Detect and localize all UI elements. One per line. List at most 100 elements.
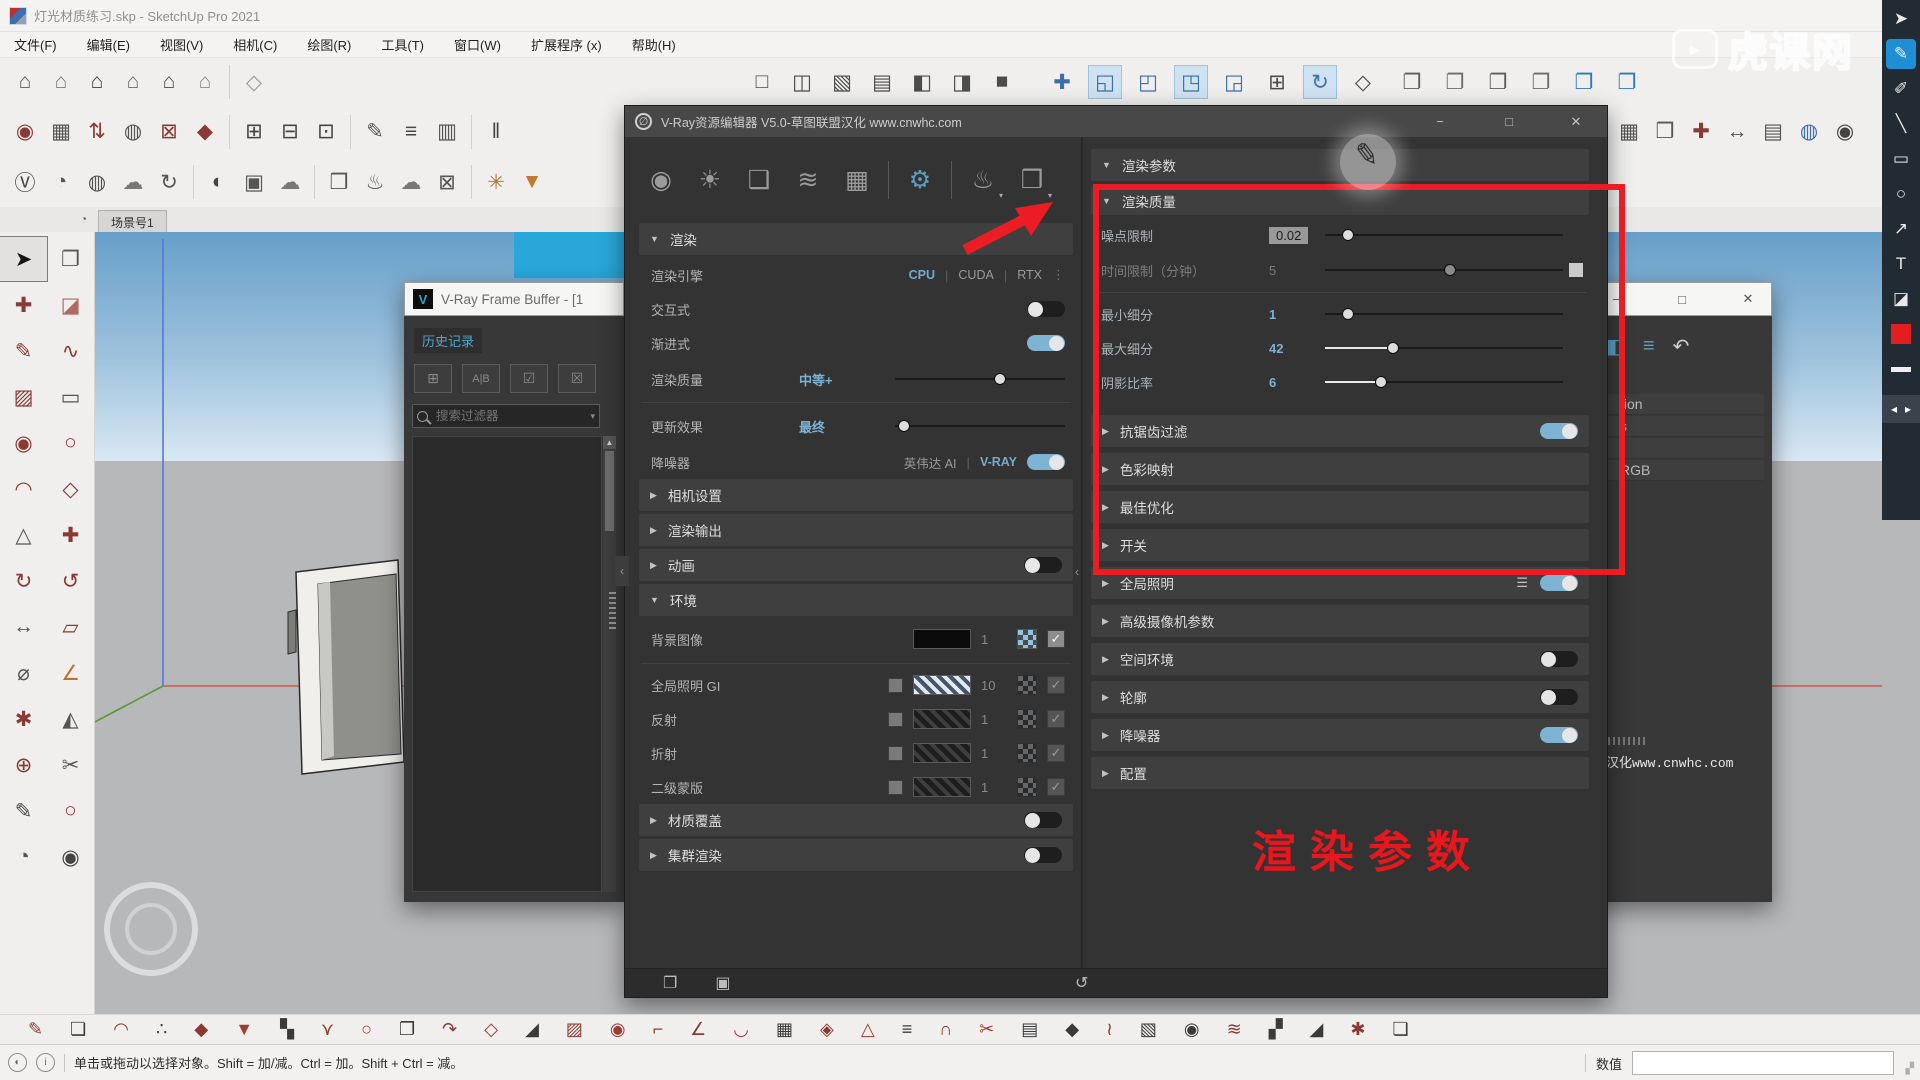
section-denoiser[interactable]: ▶ 降噪器 (1091, 719, 1589, 751)
ext-tool-icon[interactable]: ▼ (235, 1019, 253, 1040)
ext-tool-icon[interactable]: ◠ (113, 1019, 129, 1040)
render-region-icon[interactable]: ▣ (237, 165, 271, 199)
ext-tool-icon[interactable]: ≀ (1106, 1019, 1113, 1040)
component-pair-icon-6[interactable]: ❐ (1610, 65, 1644, 99)
refraction-texture-swatch[interactable] (913, 743, 971, 763)
engine-cpu-option[interactable]: CPU (909, 268, 935, 282)
history-list[interactable] (412, 436, 602, 892)
geolocation-icon[interactable]: ◐ (8, 1053, 27, 1072)
annotate-cursor-icon[interactable]: ➤ (1886, 4, 1916, 34)
gi-multiplier[interactable]: 10 (981, 678, 1007, 693)
menu-tools[interactable]: 工具(T) (381, 35, 424, 54)
ext-tool-icon[interactable]: ✱ (1350, 1019, 1365, 1040)
style-textured-icon[interactable]: ◨ (945, 65, 979, 99)
matte-multiplier[interactable]: 1 (981, 780, 1007, 795)
annotate-marker-icon[interactable]: ✐ (1886, 74, 1916, 104)
section-advanced-camera[interactable]: ▶ 高级摄像机参数 (1091, 605, 1589, 637)
ext-tool-icon[interactable]: ⋎ (321, 1019, 334, 1040)
nav-forward-icon[interactable]: ▸ (1905, 402, 1911, 416)
ext-tool-icon[interactable]: △ (861, 1019, 875, 1040)
more-options-icon[interactable]: ⋮ (1052, 267, 1065, 283)
ext-tool-icon[interactable]: ≋ (1227, 1019, 1242, 1040)
style-wireframe-icon[interactable]: ▧ (825, 65, 859, 99)
offset-tool-icon[interactable]: ▱ (47, 605, 94, 649)
background-texture-slot[interactable] (1017, 629, 1037, 649)
maximize-icon[interactable]: □ (1667, 292, 1697, 307)
menu-file[interactable]: 文件(F) (14, 35, 57, 54)
render-icon[interactable]: ◐ (201, 165, 235, 199)
ext-tool-icon[interactable]: ◉ (1184, 1019, 1200, 1040)
house-tool-icon-4[interactable]: ⌂ (116, 65, 150, 99)
scroll-up-icon[interactable]: ▲ (603, 436, 616, 449)
ext-tool-icon[interactable]: ▞ (1269, 1019, 1283, 1040)
set-a-button[interactable]: ☑ (510, 364, 548, 393)
update-effects-slider[interactable] (895, 419, 1065, 433)
menu-extensions[interactable]: 扩展程序 (x) (531, 35, 602, 54)
zoom-window-icon[interactable]: ◇ (1346, 65, 1380, 99)
ext-tool-icon[interactable]: ◇ (484, 1019, 498, 1040)
style-xray-icon[interactable]: □ (745, 65, 779, 99)
section-environment[interactable]: ▼ 环境 (639, 584, 1073, 616)
ext-tool-icon[interactable]: ❏ (1392, 1019, 1408, 1040)
rotate-ccw-tool-icon[interactable]: ↺ (47, 559, 94, 603)
annotate-eraser-icon[interactable]: ◪ (1886, 284, 1916, 314)
geometry-icon[interactable]: ❑ (741, 160, 777, 200)
globe-icon[interactable]: ◍ (1792, 115, 1826, 149)
annotate-pen-icon[interactable]: ✎ (1886, 39, 1916, 69)
style-hidden-line-icon[interactable]: ▤ (865, 65, 899, 99)
gi-checkbox[interactable]: ✓ (1047, 676, 1065, 694)
close-icon[interactable]: ✕ (1733, 291, 1763, 307)
section-material-override[interactable]: ▶ 材质覆盖 (639, 804, 1073, 836)
matte-enable-checkbox[interactable] (888, 779, 903, 795)
gi-texture-slot[interactable] (1017, 675, 1037, 695)
funnel-icon[interactable]: ▼ (515, 165, 549, 199)
history-scrollbar[interactable]: ▲ (603, 436, 616, 892)
search-caret-icon[interactable]: ▾ (590, 411, 595, 422)
section-denoiser-toggle[interactable] (1540, 727, 1578, 743)
right-panel-collapse-chevron[interactable]: ‹ (1070, 558, 1084, 584)
undo-icon[interactable]: ↶ (1673, 334, 1690, 359)
frame-buffer-title-bar[interactable]: V V-Ray Frame Buffer - [1 (404, 282, 624, 316)
dimension-tool-icon[interactable]: ◭ (47, 697, 94, 741)
ext-tool-icon[interactable]: ≡ (902, 1019, 913, 1040)
ext-tool-icon[interactable]: ✂ (979, 1019, 994, 1040)
section-animation[interactable]: ▶ 动画 (639, 549, 1073, 581)
ext-tool-icon[interactable]: ▚ (280, 1019, 294, 1040)
right-window-row[interactable]: tion (1602, 394, 1764, 415)
stairs-icon[interactable]: ≡ (394, 115, 428, 149)
rectangle-tool-icon[interactable]: ▭ (47, 375, 94, 419)
minimize-icon[interactable]: − (1425, 114, 1455, 129)
style-shaded-icon[interactable]: ◧ (905, 65, 939, 99)
tab-history[interactable]: 历史记录 (414, 328, 483, 353)
annotate-text-icon[interactable]: T (1886, 249, 1916, 279)
save-history-button[interactable]: ⊞ (414, 364, 452, 393)
style-monochrome-icon[interactable]: ■ (985, 65, 1019, 99)
ext-tool-icon[interactable]: ◆ (1065, 1019, 1079, 1040)
hatch-rect-tool-icon[interactable]: ▨ (0, 375, 47, 419)
table-grid-icon-2[interactable]: ⊟ (273, 115, 307, 149)
menu-edit[interactable]: 编辑(E) (87, 35, 130, 54)
tape-measure-tool-icon[interactable]: ⌀ (0, 651, 47, 695)
vray-sync-icon[interactable]: ↻ (152, 165, 186, 199)
table-grid-icon-3[interactable]: ⊡ (309, 115, 343, 149)
circle-tool-icon[interactable]: ○ (47, 421, 94, 465)
ext-tool-icon[interactable]: ∩ (939, 1019, 952, 1040)
axes-tool-icon-2[interactable]: ✱ (0, 697, 47, 741)
search-input[interactable] (434, 408, 591, 424)
background-checkbox[interactable]: ✓ (1047, 630, 1065, 648)
vray-logo-icon[interactable]: Ⓥ (8, 165, 42, 199)
ext-tool-icon[interactable]: ▦ (776, 1019, 793, 1040)
layers-icon[interactable]: ≋ (790, 160, 826, 200)
drag-dots-handle[interactable] (1608, 737, 1648, 745)
sphere-tool-icon[interactable]: ◉ (8, 115, 42, 149)
drag-handle-dots[interactable] (609, 592, 616, 630)
vray-cup-icon[interactable]: ◔ (44, 165, 78, 199)
lights-icon[interactable]: ☀ (692, 160, 728, 200)
followme-tool-icon[interactable]: ✂ (47, 743, 94, 787)
text-tool-icon[interactable]: ✎ (0, 789, 47, 833)
section-plane-icon[interactable]: ⊞ (1260, 65, 1294, 99)
house-tool-icon-2[interactable]: ⌂ (44, 65, 78, 99)
filter-sliders-icon[interactable]: ☰ (1516, 575, 1528, 591)
refraction-multiplier[interactable]: 1 (981, 746, 1007, 761)
measurement-input[interactable] (1632, 1051, 1894, 1075)
